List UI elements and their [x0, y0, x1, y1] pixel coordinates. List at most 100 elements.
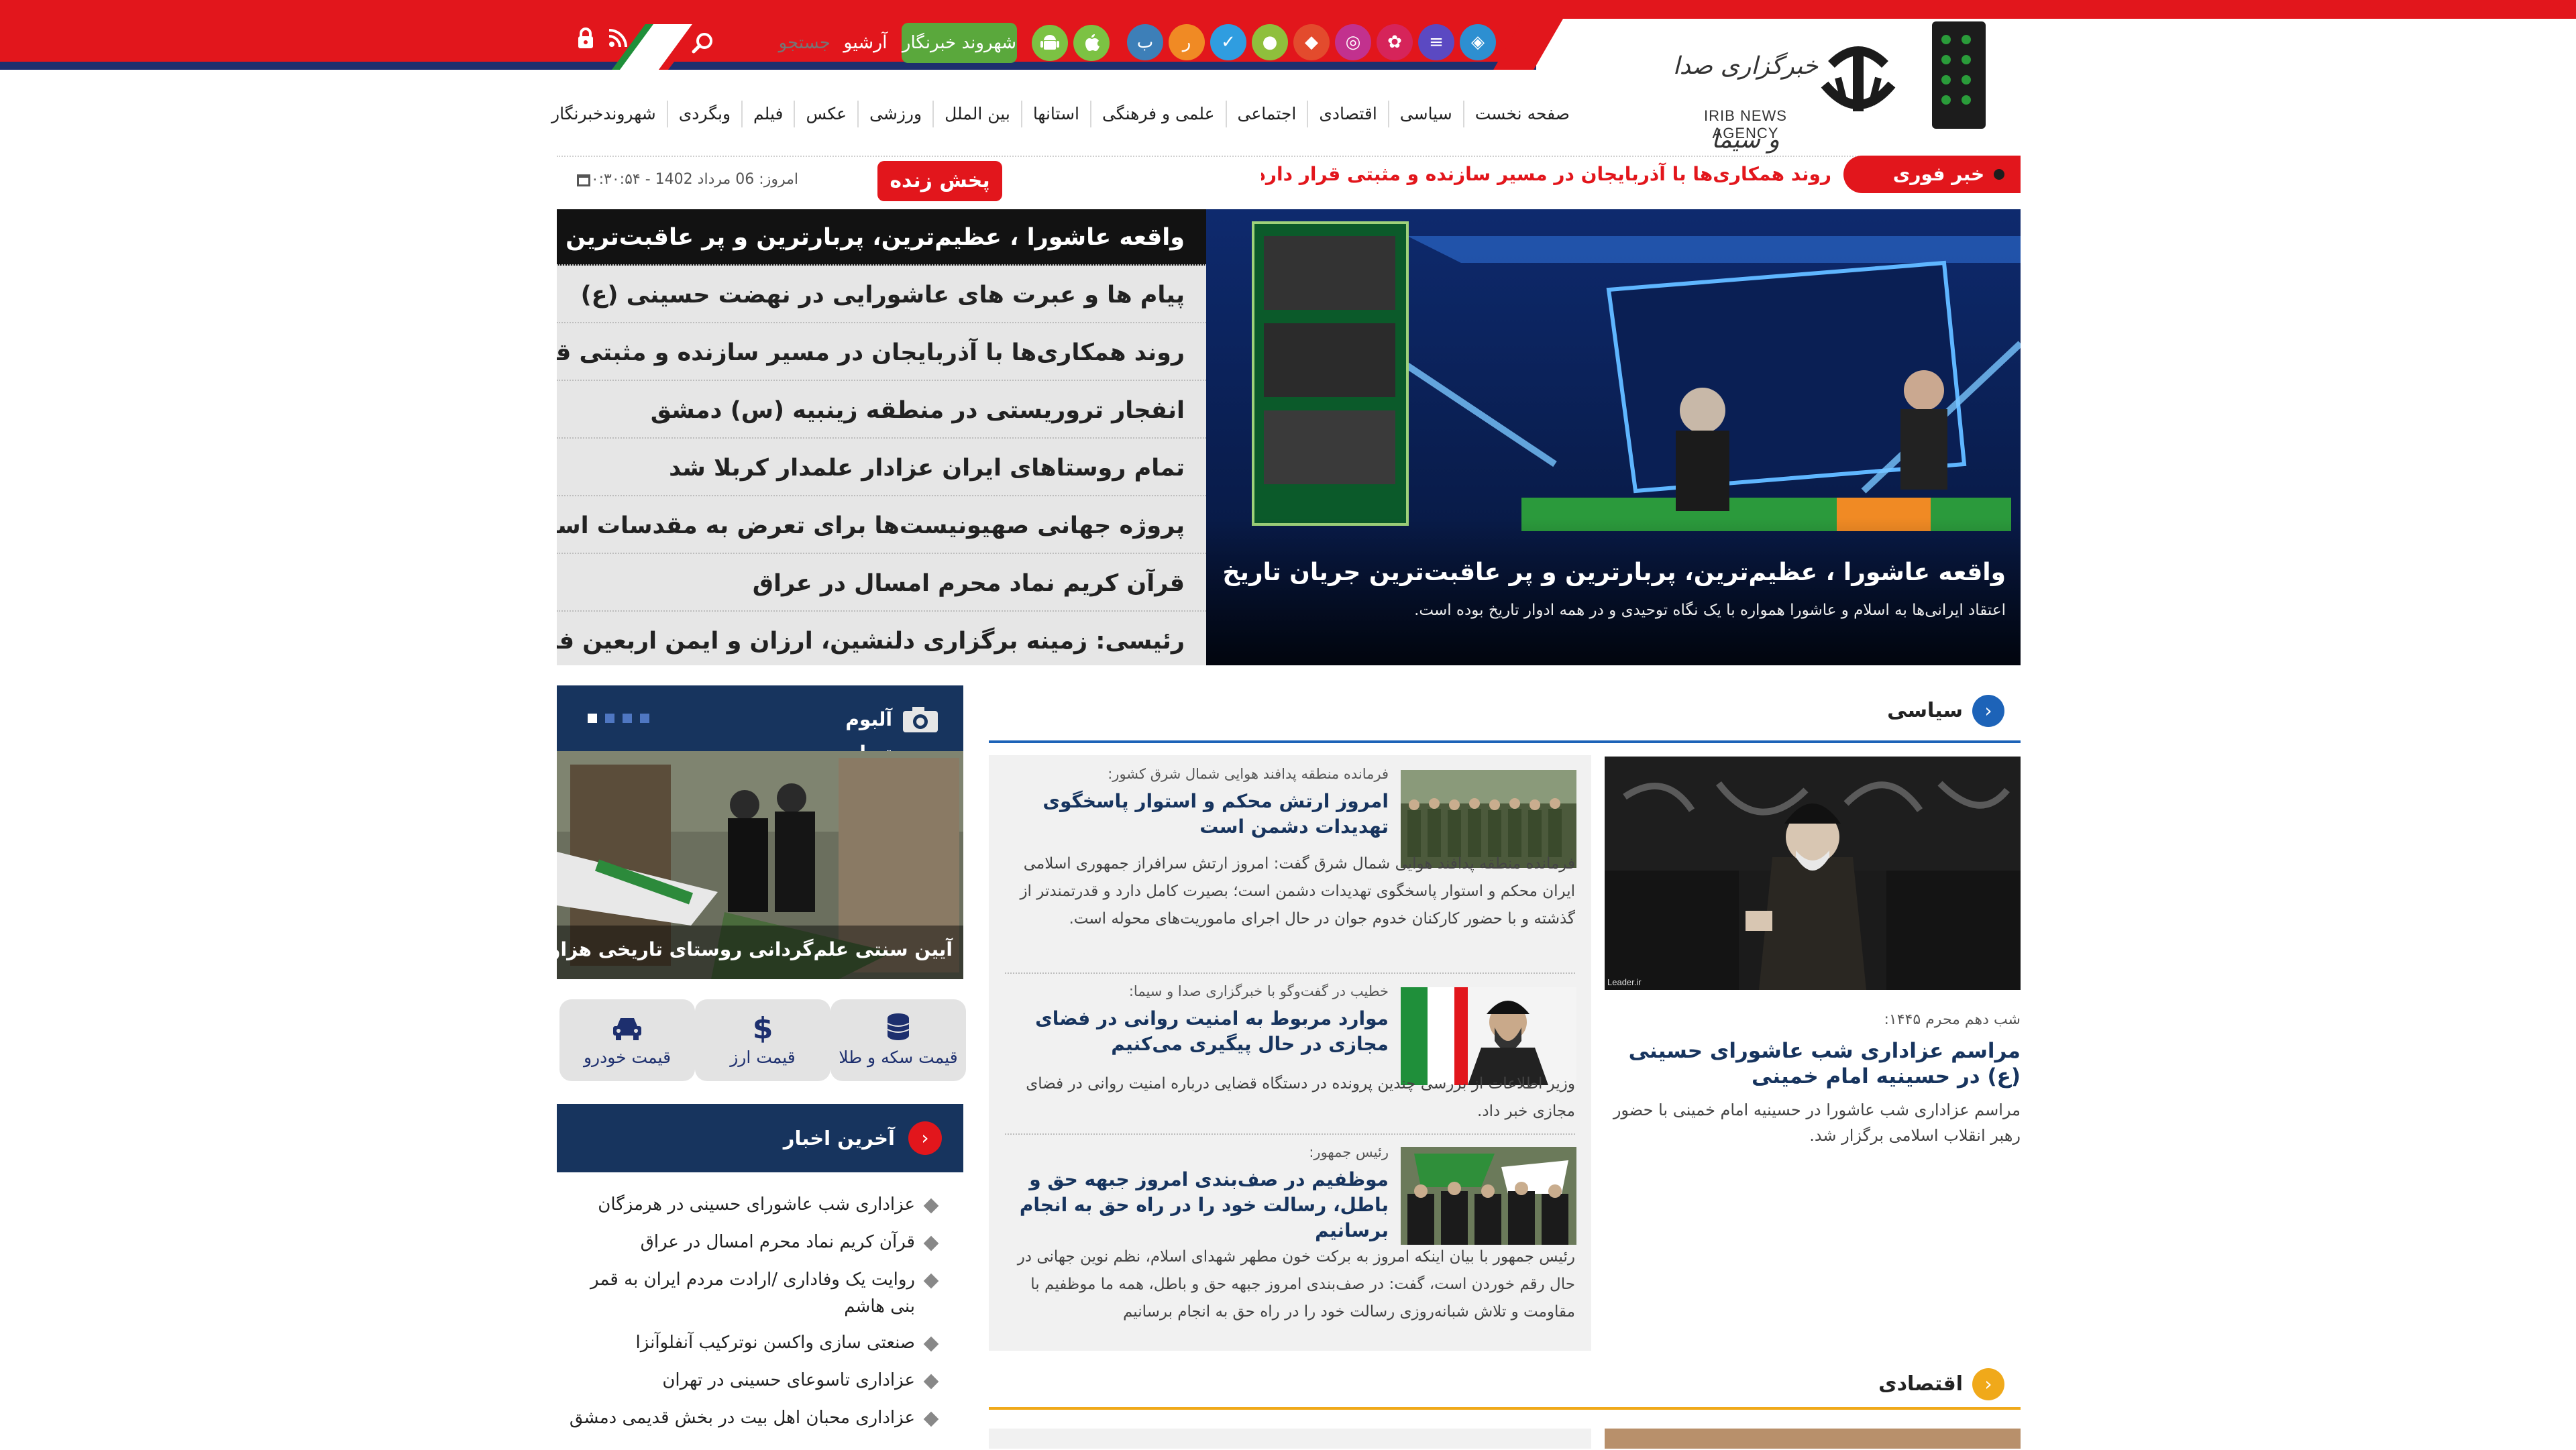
nav-item-international[interactable]: بین الملل [932, 101, 1021, 127]
politics-main-image[interactable]: Leader.ir [1605, 757, 2021, 990]
politics-item-image[interactable] [1401, 1147, 1576, 1245]
photo-album-title[interactable]: آلبوم تصاویر [785, 703, 892, 764]
hero-headline-item[interactable]: تمام روستاهای ایران عزادار علمدار کربلا … [557, 440, 1206, 496]
politics-item-title[interactable]: موظفیم در صف‌بندی امروز جبهه حق و باطل، … [1005, 1167, 1389, 1243]
rss-icon[interactable] [608, 28, 628, 48]
social-icons: ب ر ✓ ● ◆ ◎ ✿ ≡ ◈ [1127, 23, 1496, 61]
economy-section-title[interactable]: اقتصادی [1865, 1368, 1963, 1400]
bullet-icon [923, 1336, 939, 1352]
economy-main-image[interactable] [1605, 1429, 2021, 1449]
hero-headline-item[interactable]: پروژه جهانی صهیونیست‌ها برای تعرض به مقد… [557, 498, 1206, 554]
politics-item-title[interactable]: امروز ارتش محکم و استوار پاسخگوی تهدیدات… [1005, 789, 1389, 840]
price-button-label: قیمت ارز [730, 1048, 796, 1067]
divider [1005, 972, 1575, 974]
price-button-label: قیمت خودرو [583, 1048, 672, 1067]
store-icons [1032, 23, 1110, 63]
search-input[interactable] [730, 25, 832, 60]
nav-item-film[interactable]: فیلم [741, 101, 794, 127]
image-credit: Leader.ir [1607, 977, 1642, 987]
album-photo-caption[interactable]: آیین سنتی علم‌گردانی روستای تاریخی هزاوه… [488, 931, 953, 968]
breaking-news-label: خبر فوری [1892, 163, 1985, 185]
rubika-icon[interactable]: ر [1169, 24, 1205, 60]
latest-news-item[interactable]: عزاداری تاسوعای حسینی در تهران [566, 1367, 915, 1394]
nav-item-web-browsing[interactable]: وبگردی [666, 101, 741, 127]
eitaa-icon[interactable]: ✓ [1210, 24, 1246, 60]
dollar-icon: $ [753, 1011, 773, 1044]
apple-icon[interactable] [1073, 25, 1110, 61]
chevron-left-icon[interactable]: ‹ [1972, 695, 2004, 727]
hero-headline-item[interactable]: پیام ها و عبرت های عاشورایی در نهضت حسین… [557, 267, 1206, 323]
hero-headline-item[interactable]: واقعه عاشورا ، عظیم‌ترین، پربارترین و پر… [557, 209, 1206, 266]
carousel-dot[interactable] [605, 714, 614, 723]
politics-section-rule [989, 740, 2021, 743]
search-icon[interactable] [690, 30, 716, 56]
price-button-label: قیمت سکه و طلا [839, 1048, 958, 1067]
politics-item-title[interactable]: موارد مربوط به امنیت روانی در فضای مجازی… [1005, 1006, 1389, 1057]
carousel-dot[interactable] [623, 714, 632, 723]
currency-price-button[interactable]: $ قیمت ارز [695, 999, 830, 1081]
nav-item-social[interactable]: اجتماعی [1225, 101, 1307, 127]
logo-name-en: IRIB NEWS AGENCY [1704, 107, 1787, 142]
politics-item-kicker: خطیب در گفت‌وگو با خبرگزاری صدا و سیما: [1128, 983, 1389, 999]
politics-section-title[interactable]: سیاسی [1865, 695, 1963, 727]
bullet-icon [923, 1198, 939, 1214]
bullet-icon [923, 1374, 939, 1390]
nav-item-sports[interactable]: ورزشی [857, 101, 932, 127]
latest-news-item[interactable]: صنعتی سازی واکسن نوترکیب آنفلوآنزا [566, 1329, 915, 1356]
nav-item-politics[interactable]: سیاسی [1387, 101, 1463, 127]
bullet-icon [923, 1411, 939, 1427]
politics-item-summary: وزیر اطلاعات از بررسی چندین پرونده در دس… [1026, 1075, 1575, 1120]
logo-name-fa: خبرگزاری صدا و سیما [1672, 52, 1819, 154]
latest-news-item[interactable]: روایت یک وفاداری /ارادت مردم ایران به قم… [566, 1266, 915, 1320]
main-nav: صفحه نخست سیاسی اقتصادی اجتماعی علمی و ف… [551, 94, 1580, 134]
latest-news-list: عزاداری شب عاشورای حسینی در هرمزگان قرآن… [557, 1182, 963, 1450]
hero-caption-title[interactable]: واقعه عاشورا ، عظیم‌ترین، پربارترین و پر… [1222, 553, 2006, 593]
igap-icon[interactable]: ◆ [1293, 24, 1330, 60]
politics-main-title[interactable]: مراسم عزاداری شب عاشورای حسینی (ع) در حس… [1605, 1038, 2021, 1092]
hero-headline-item[interactable]: قرآن کریم نماد محرم امسال در عراق [557, 555, 1206, 612]
instagram-icon[interactable]: ◎ [1335, 24, 1371, 60]
politics-main-kicker: شب دهم محرم ۱۴۴۵: [1884, 1011, 2021, 1028]
nav-item-provinces[interactable]: استانها [1020, 101, 1090, 127]
chevron-left-icon[interactable]: ‹ [908, 1121, 942, 1155]
main-nav-list: صفحه نخست سیاسی اقتصادی اجتماعی علمی و ف… [541, 101, 1580, 127]
divider [1005, 1133, 1575, 1135]
hero-headline-item[interactable]: رئیسی: زمینه برگزاری دلنشین، ارزان و ایم… [557, 613, 1206, 669]
nav-item-science-culture[interactable]: علمی و فرهنگی [1089, 101, 1226, 127]
telegram-icon[interactable]: ◈ [1460, 24, 1496, 60]
latest-news-item[interactable]: قرآن کریم نماد محرم امسال در عراق [566, 1229, 915, 1256]
coins-icon [887, 1013, 910, 1040]
nav-item-economy[interactable]: اقتصادی [1307, 101, 1387, 127]
latest-news-item[interactable]: عزاداری شب عاشورای حسینی در هرمزگان [566, 1191, 915, 1218]
politics-item-summary: فرمانده منطقه پدافند هوایی شمال شرق گفت:… [1020, 855, 1575, 928]
carousel-dot[interactable] [640, 714, 649, 723]
archive-link[interactable]: آرشیو [839, 27, 892, 59]
citizen-reporter-button[interactable]: شهروند خبرنگار [902, 23, 1017, 63]
hero-headline-list: واقعه عاشورا ، عظیم‌ترین، پربارترین و پر… [557, 209, 1206, 665]
live-stream-button[interactable]: پخش زنده [877, 161, 1002, 201]
lock-icon[interactable] [574, 27, 597, 50]
chevron-left-icon[interactable]: ‹ [1972, 1368, 2004, 1400]
bale-icon[interactable]: ب [1127, 24, 1163, 60]
gold-coin-price-button[interactable]: قیمت سکه و طلا [830, 999, 966, 1081]
camera-icon [903, 707, 938, 732]
hero-headline-item[interactable]: روند همکاری‌ها با آذربایجان در مسیر سازن… [557, 325, 1206, 381]
android-icon[interactable] [1032, 25, 1068, 61]
politics-main-summary: مراسم عزاداری شب عاشورا در حسینیه امام خ… [1613, 1101, 2021, 1145]
nav-item-photo[interactable]: عکس [794, 101, 857, 127]
nav-item-citizen-reporter[interactable]: شهروندخبرنگار [541, 101, 667, 127]
latest-news-header [557, 1104, 963, 1172]
soroush-icon[interactable]: ● [1252, 24, 1288, 60]
politics-item-summary: رئیس جمهور با بیان اینکه امروز به برکت خ… [1017, 1248, 1575, 1321]
carousel-dot-active[interactable] [588, 714, 597, 723]
breaking-news-headline[interactable]: روند همکاری‌ها با آذربایجان در مسیر سازن… [1261, 156, 1831, 193]
hero-headline-item[interactable]: انفجار تروریستی در منطقه زینبیه (س) دمشق [557, 382, 1206, 439]
nav-item-home[interactable]: صفحه نخست [1462, 101, 1580, 127]
latest-news-title[interactable]: آخرین اخبار [771, 1121, 895, 1155]
album-carousel-dots[interactable] [588, 714, 649, 724]
politics-item-kicker: فرمانده منطقه پدافند هوایی شمال شرق کشور… [1108, 766, 1389, 782]
latest-news-item[interactable]: عزاداری محبان اهل بیت در بخش قدیمی دمشق [566, 1404, 915, 1431]
aparat-icon[interactable]: ✿ [1377, 24, 1413, 60]
car-price-button[interactable]: قیمت خودرو [559, 999, 695, 1081]
gap-icon[interactable]: ≡ [1418, 24, 1454, 60]
